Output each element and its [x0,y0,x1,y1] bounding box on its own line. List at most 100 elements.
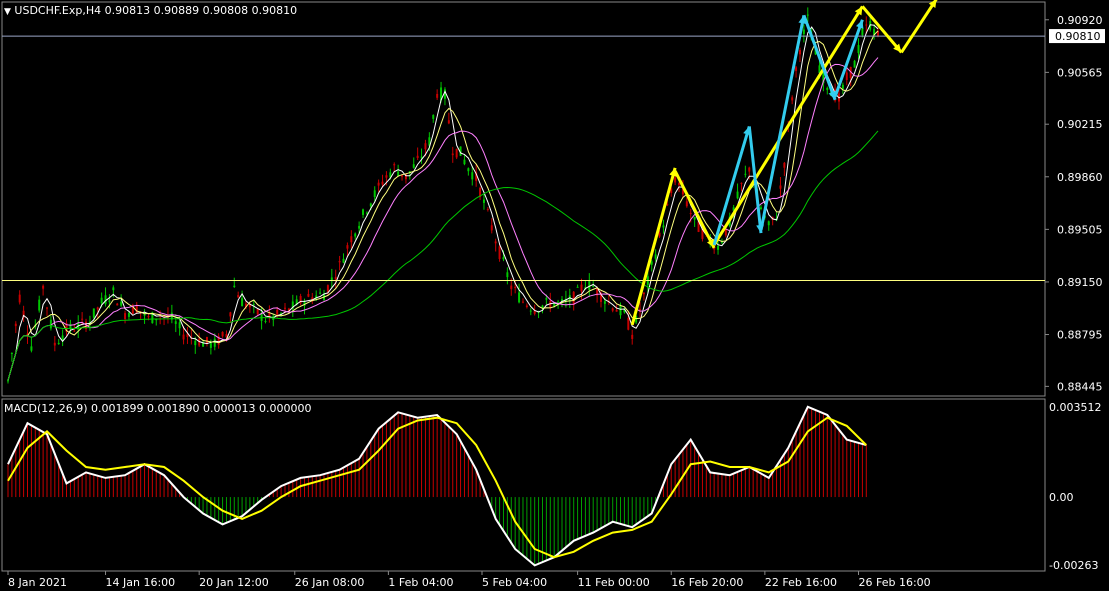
ma-long-line [7,130,879,381]
candle-body [7,380,9,382]
candle-body [826,87,829,90]
candle-body [116,303,119,306]
candle-body [213,338,216,347]
candle-body [592,285,595,287]
candle-body [795,67,798,71]
candle-body [252,304,255,306]
wave-arrow-cyan-5-head [855,19,864,29]
wave-arrow-cyan-2 [747,126,764,234]
candle-body [256,309,259,315]
candle-body [588,280,591,290]
time-tick-label: 14 Jan 16:00 [106,576,176,589]
candle-body [342,258,345,263]
candle-body [463,159,466,165]
price-tick-label: 0.88445 [1057,380,1103,393]
candle-body [264,320,267,322]
time-axis: 8 Jan 2021 14 Jan 16:00 20 Jan 12:00 26 Jan… [7,571,931,589]
candle-body [658,232,661,237]
time-tick-label: 26 Jan 08:00 [295,576,365,589]
candle-body [650,261,653,265]
candle-body [178,322,181,329]
candle-body [525,305,528,307]
time-tick-label: 8 Jan 2021 [8,576,67,589]
wave-arrow-cyan-2-path [747,126,763,234]
time-tick-label: 1 Feb 04:00 [388,576,453,589]
candle-body [455,148,458,158]
symbol-header: ▼ USDCHF.Exp,H4 0.90813 0.90889 0.90808 … [4,4,297,17]
macd-header: MACD(12,26,9) 0.001899 0.001890 0.000013… [4,402,311,415]
candle-body [53,342,56,346]
candle-body [806,14,809,16]
macd-tick-label: -0.00263 [1049,559,1098,572]
candle-body [619,305,622,316]
wave-arrow-cyan-3-path [759,15,806,231]
wave-arrow-3-path [712,5,864,246]
candle-body [42,285,45,289]
price-tick-label: 0.89505 [1057,223,1103,236]
candle-body [381,181,384,185]
wave-arrow-2-path [673,170,716,249]
time-tick-label: 26 Feb 16:00 [858,576,930,589]
candle-body [73,330,76,332]
price-panel-frame [1,1,1046,397]
candle-body [748,167,751,172]
candle-body [416,155,419,158]
candle-body [662,225,665,228]
candle-body [108,300,111,303]
candle-body [432,115,435,119]
candle-body [326,285,329,293]
candle-body [783,162,786,168]
candle-body [307,294,310,297]
candle-body [18,294,21,303]
candle-body [689,212,692,215]
candle-body [420,156,423,158]
macd-tick-label: 0.003512 [1049,401,1102,414]
candle-body [685,201,688,207]
candle-body [603,301,606,304]
candle-body [120,301,123,306]
candle-body [506,272,509,278]
candle-body [486,209,489,211]
candle-body [393,164,396,166]
candle-body [518,292,521,303]
candle-body [412,164,415,168]
time-tick-label: 20 Jan 12:00 [199,576,269,589]
macd-layer [7,405,868,567]
candle-body [92,308,95,318]
candle-body [358,225,361,229]
candle-body [471,172,474,180]
candle-body [362,209,365,215]
candle-body [451,153,454,156]
candle-body [373,190,376,198]
candle-body [436,93,439,98]
candle-body [865,24,868,26]
candle-body [346,245,349,249]
candle-body [319,292,322,294]
candle-body [627,317,630,330]
chart-canvas[interactable]: 0.90920 0.90565 0.90215 0.89860 0.89505 0.891… [0,0,1109,591]
candle-body [514,286,517,289]
wave-arrow-1 [630,167,677,326]
price-tick-label: 0.89860 [1057,171,1103,184]
candle-body [720,241,723,243]
price-tick-label: 0.90565 [1057,66,1103,79]
candle-body [96,307,99,310]
candle-body [759,207,762,209]
collapse-triangle-icon[interactable]: ▼ [4,7,11,17]
candle-body [385,175,388,178]
candle-body [521,301,524,303]
macd-tick-label: 0.00 [1049,491,1074,504]
ma-fast-line [7,24,879,381]
price-axis: 0.90920 0.90565 0.90215 0.89860 0.89505 0.891… [1045,14,1105,572]
wave-arrow-3 [712,5,864,246]
candle-body [529,310,532,312]
candle-body [490,225,493,231]
wave-arrow-5 [900,0,938,54]
candle-body [615,309,618,312]
candle-body [857,45,860,54]
wave-arrow-cyan-1 [712,125,751,246]
symbol-ohlc-text: USDCHF.Exp,H4 0.90813 0.90889 0.90808 0.… [14,4,298,17]
candle-body [350,236,353,243]
candle-body [767,221,770,226]
candles-layer [7,7,879,384]
